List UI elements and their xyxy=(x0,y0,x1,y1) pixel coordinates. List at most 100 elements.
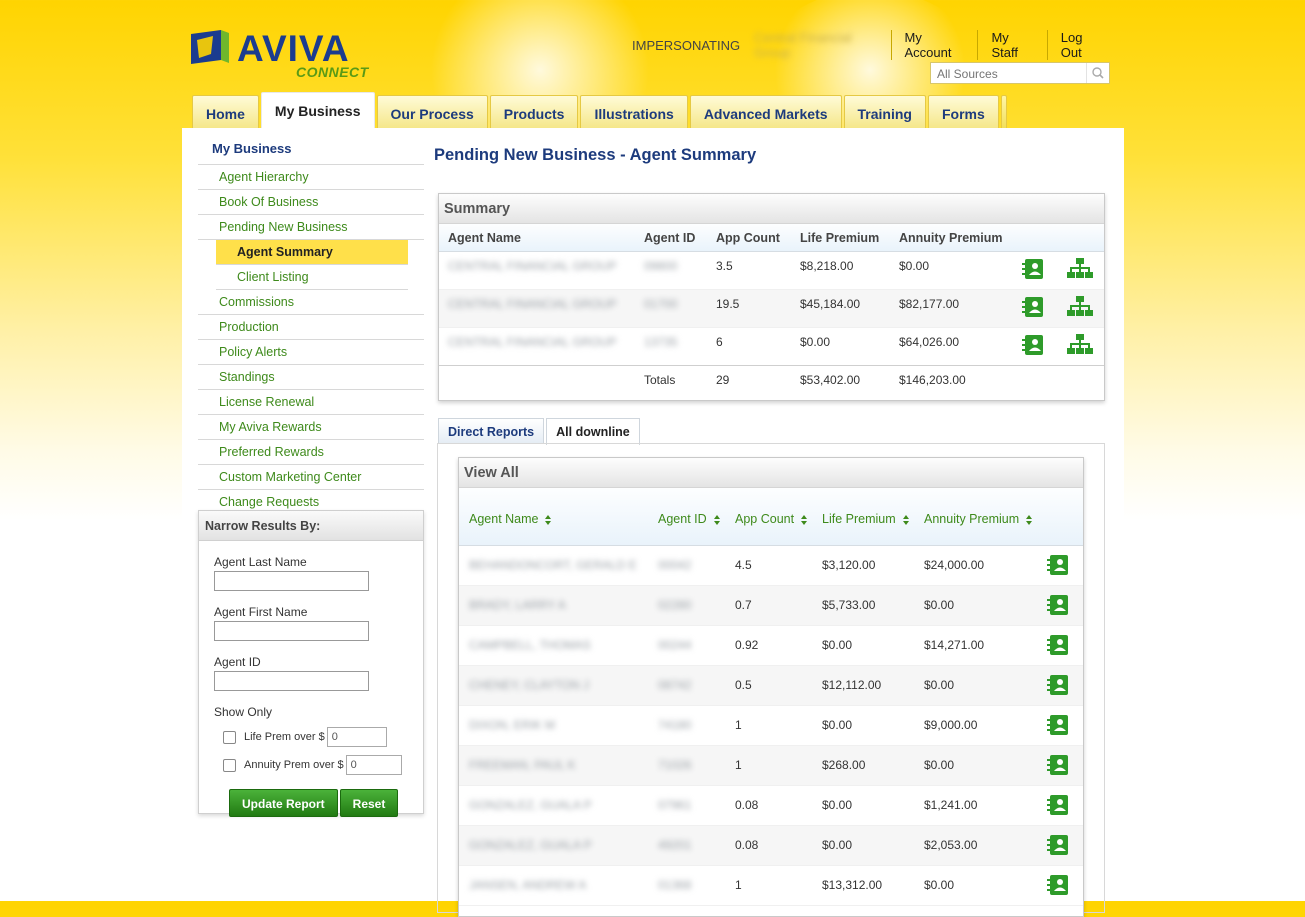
tab-direct-reports[interactable]: Direct Reports xyxy=(438,418,545,444)
hierarchy-icon[interactable] xyxy=(1067,258,1093,280)
agent-id: 74180 xyxy=(658,718,692,732)
sidebar-item-preferred-rewards[interactable]: Preferred Rewards xyxy=(198,440,424,465)
sort-app-count[interactable]: App Count xyxy=(726,488,813,545)
tab-our-process[interactable]: Our Process xyxy=(376,95,488,128)
sidebar-item-commissions[interactable]: Commissions xyxy=(198,290,424,315)
tab-home[interactable]: Home xyxy=(192,95,259,128)
annuity-premium: $0.00 xyxy=(924,678,955,692)
hierarchy-icon[interactable] xyxy=(1067,334,1093,356)
reset-button[interactable]: Reset xyxy=(339,789,399,817)
agent-profile-icon[interactable] xyxy=(1047,754,1069,776)
agent-profile-icon[interactable] xyxy=(1047,674,1069,696)
brand-sub: CONNECT xyxy=(296,64,369,80)
agent-id-input[interactable] xyxy=(214,671,369,691)
agent-name: GONZALEZ, GUALA P xyxy=(469,838,592,852)
view-all-title: View All xyxy=(459,458,1083,488)
table-row: CHENEY, CLAYTON J 08742 0.5 $12,112.00 $0.00 xyxy=(459,666,1083,706)
sidebar-item-production[interactable]: Production xyxy=(198,315,424,340)
table-row: CENTRAL FINANCIAL GROUP 13735 6 $0.00 $6… xyxy=(439,328,1104,366)
hierarchy-icon[interactable] xyxy=(1067,296,1093,318)
agent-id: 49201 xyxy=(658,838,692,852)
agent-profile-icon[interactable] xyxy=(1047,594,1069,616)
sidebar-item-my-aviva-rewards[interactable]: My Aviva Rewards xyxy=(198,415,424,440)
agent-id: 01700 xyxy=(644,297,678,311)
tab-training[interactable]: Training xyxy=(843,95,926,128)
life-prem-input[interactable] xyxy=(326,727,387,747)
sort-life-premium[interactable]: Life Premium xyxy=(813,488,915,545)
agent-profile-icon[interactable] xyxy=(1047,714,1069,736)
tab-forms[interactable]: Forms xyxy=(927,95,999,128)
sort-annuity-premium[interactable]: Annuity Premium xyxy=(915,488,1045,545)
sidebar-item-standings[interactable]: Standings xyxy=(198,365,424,390)
sort-agent-id[interactable]: Agent ID xyxy=(649,488,726,545)
table-row: BRADY, LARRY A 02280 0.7 $5,733.00 $0.00 xyxy=(459,586,1083,626)
agent-profile-icon[interactable] xyxy=(1047,874,1069,896)
annuity-prem-checkbox[interactable] xyxy=(223,758,236,772)
my-account-link[interactable]: My Account xyxy=(890,30,978,60)
life-prem-checkbox[interactable] xyxy=(223,730,236,744)
agent-profile-icon[interactable] xyxy=(1047,794,1069,816)
agent-profile-icon[interactable] xyxy=(1022,296,1044,318)
annuity-premium: $24,000.00 xyxy=(924,558,985,572)
sidebar-item-license-renewal[interactable]: License Renewal xyxy=(198,390,424,415)
sidebar-subitem-agent-summary[interactable]: Agent Summary xyxy=(216,240,408,265)
sidebar-item-policy-alerts[interactable]: Policy Alerts xyxy=(198,340,424,365)
tab-illustrations[interactable]: Illustrations xyxy=(580,95,688,128)
agent-first-name-label: Agent First Name xyxy=(214,605,308,619)
agent-name: DIXON, ERIK M xyxy=(469,718,556,732)
total-app-count: 29 xyxy=(716,373,730,387)
agent-name: BEHANDONCORT, GERALD E xyxy=(469,558,637,572)
agent-last-name-input[interactable] xyxy=(214,571,369,591)
annuity-prem-input[interactable] xyxy=(345,755,402,775)
agent-profile-icon[interactable] xyxy=(1022,334,1044,356)
annuity-premium: $2,053.00 xyxy=(924,838,978,852)
sidebar-item-custom-marketing-center[interactable]: Custom Marketing Center xyxy=(198,465,424,490)
app-count: 1 xyxy=(735,878,742,892)
narrow-results-panel: Narrow Results By: Agent Last Name Agent… xyxy=(198,510,424,817)
table-row: CENTRAL FINANCIAL GROUP 01700 19.5 $45,1… xyxy=(439,290,1104,328)
summary-title: Summary xyxy=(439,194,1104,224)
annuity-premium: $1,241.00 xyxy=(924,798,978,812)
view-all-rows: BEHANDONCORT, GERALD E 00042 4.5 $3,120.00 $… xyxy=(459,546,1083,906)
impersonating-name[interactable]: Central Financial Group xyxy=(754,30,876,60)
sort-icon xyxy=(1026,514,1033,525)
agent-profile-icon[interactable] xyxy=(1022,258,1044,280)
life-premium: $0.00 xyxy=(822,798,853,812)
annuity-prem-filter: Annuity Prem over $ xyxy=(223,755,423,775)
life-premium: $0.00 xyxy=(822,638,853,652)
sidebar-heading[interactable]: My Business xyxy=(198,137,424,165)
update-report-button[interactable]: Update Report xyxy=(229,789,338,817)
agent-id: 02280 xyxy=(658,598,692,612)
app-count: 0.08 xyxy=(735,838,759,852)
aviva-connect-logo[interactable]: AVIVA CONNECT xyxy=(191,28,371,82)
agent-profile-icon[interactable] xyxy=(1047,834,1069,856)
sidebar-item-pending-new-business[interactable]: Pending New Business xyxy=(198,215,424,240)
tab-advanced-markets[interactable]: Advanced Markets xyxy=(689,95,842,128)
search-box xyxy=(930,62,1110,84)
tab-my-business[interactable]: My Business xyxy=(260,92,375,128)
agent-profile-icon[interactable] xyxy=(1047,554,1069,576)
agent-first-name-input[interactable] xyxy=(214,621,369,641)
sidebar-subitem-client-listing[interactable]: Client Listing xyxy=(216,265,408,290)
search-button[interactable] xyxy=(1086,63,1109,83)
life-premium: $12,112.00 xyxy=(822,678,882,692)
log-out-link[interactable]: Log Out xyxy=(1046,30,1115,60)
sidebar-item-agent-hierarchy[interactable]: Agent Hierarchy xyxy=(198,165,424,190)
agent-name: FREEMAN, PAUL K xyxy=(469,758,576,772)
main-nav: Home My Business Our Process Products Il… xyxy=(192,92,1009,128)
agent-id: 01368 xyxy=(658,878,692,892)
sidebar-item-book-of-business[interactable]: Book Of Business xyxy=(198,190,424,215)
annuity-premium: $14,271.00 xyxy=(924,638,985,652)
tab-all-downline[interactable]: All downline xyxy=(546,418,640,445)
agent-profile-icon[interactable] xyxy=(1047,634,1069,656)
sort-icon xyxy=(801,514,808,525)
agent-id: 09800 xyxy=(644,259,678,273)
impersonating-label: IMPERSONATING xyxy=(632,37,741,53)
totals-label: Totals xyxy=(644,373,676,387)
my-staff-link[interactable]: My Staff xyxy=(977,30,1046,60)
app-count: 0.5 xyxy=(735,678,752,692)
tab-products[interactable]: Products xyxy=(489,95,579,128)
search-input[interactable] xyxy=(935,64,1089,84)
agent-id-label: Agent ID xyxy=(214,655,261,669)
sort-agent-name[interactable]: Agent Name xyxy=(459,488,649,545)
